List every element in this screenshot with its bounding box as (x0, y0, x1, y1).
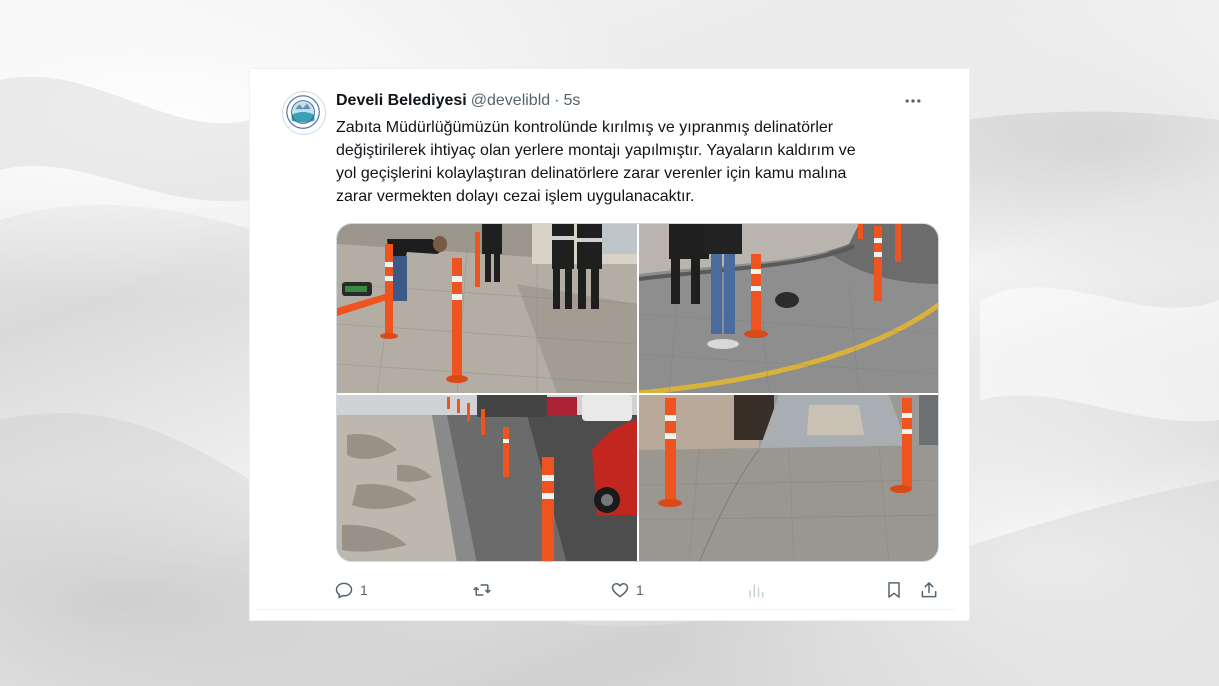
separator-dot: · (554, 92, 560, 109)
bookmark-icon (888, 582, 900, 598)
share-button[interactable] (919, 575, 939, 605)
like-count: 1 (636, 582, 644, 598)
more-dots-icon (905, 99, 921, 103)
municipality-logo-icon (284, 93, 322, 131)
tweet-header: Develi Belediyesi @develibld · 5s (336, 91, 580, 111)
reply-icon (335, 582, 353, 599)
tweet-card: Develi Belediyesi @develibld · 5s Zabıta… (249, 68, 970, 621)
user-handle[interactable]: @develibld (471, 92, 550, 110)
tweet-actions: 1 1 (334, 575, 944, 605)
media-photo-3[interactable] (337, 395, 637, 561)
retweet-button[interactable] (472, 575, 498, 605)
tweet-text-line: değiştirilerek ihtiyaç olan yerlere mont… (336, 142, 856, 159)
views-button[interactable] (746, 575, 766, 605)
photo-street-mosaic (337, 395, 637, 561)
media-photo-1[interactable] (337, 224, 637, 393)
media-photo-2[interactable] (639, 224, 938, 393)
more-button[interactable] (901, 91, 925, 111)
photo-bollard-install (337, 224, 637, 393)
timestamp[interactable]: 5s (563, 92, 580, 110)
photo-doorway-bollards (639, 395, 938, 561)
tweet-text: Zabıta Müdürlüğümüzün kontrolünde kırılm… (336, 116, 926, 208)
heart-icon (611, 583, 629, 598)
tweet-inner: Develi Belediyesi @develibld · 5s Zabıta… (256, 75, 955, 610)
media-grid (336, 223, 939, 562)
reply-button[interactable]: 1 (334, 575, 368, 605)
tweet-text-line: zarar vermekten dolayı cezai işlem uygul… (336, 188, 695, 205)
tweet-text-line: Zabıta Müdürlüğümüzün kontrolünde kırılm… (336, 119, 834, 136)
retweet-icon (473, 584, 491, 596)
photo-curb-corner (639, 224, 938, 393)
like-button[interactable]: 1 (610, 575, 644, 605)
reply-count: 1 (360, 582, 368, 598)
tweet-text-line: yol geçişlerini kolaylaştıran delinatörl… (336, 165, 847, 182)
display-name[interactable]: Develi Belediyesi (336, 92, 467, 110)
bookmark-button[interactable] (884, 575, 904, 605)
avatar[interactable] (282, 91, 326, 135)
views-icon (749, 584, 764, 598)
media-photo-4[interactable] (639, 395, 938, 561)
share-icon (921, 582, 937, 598)
